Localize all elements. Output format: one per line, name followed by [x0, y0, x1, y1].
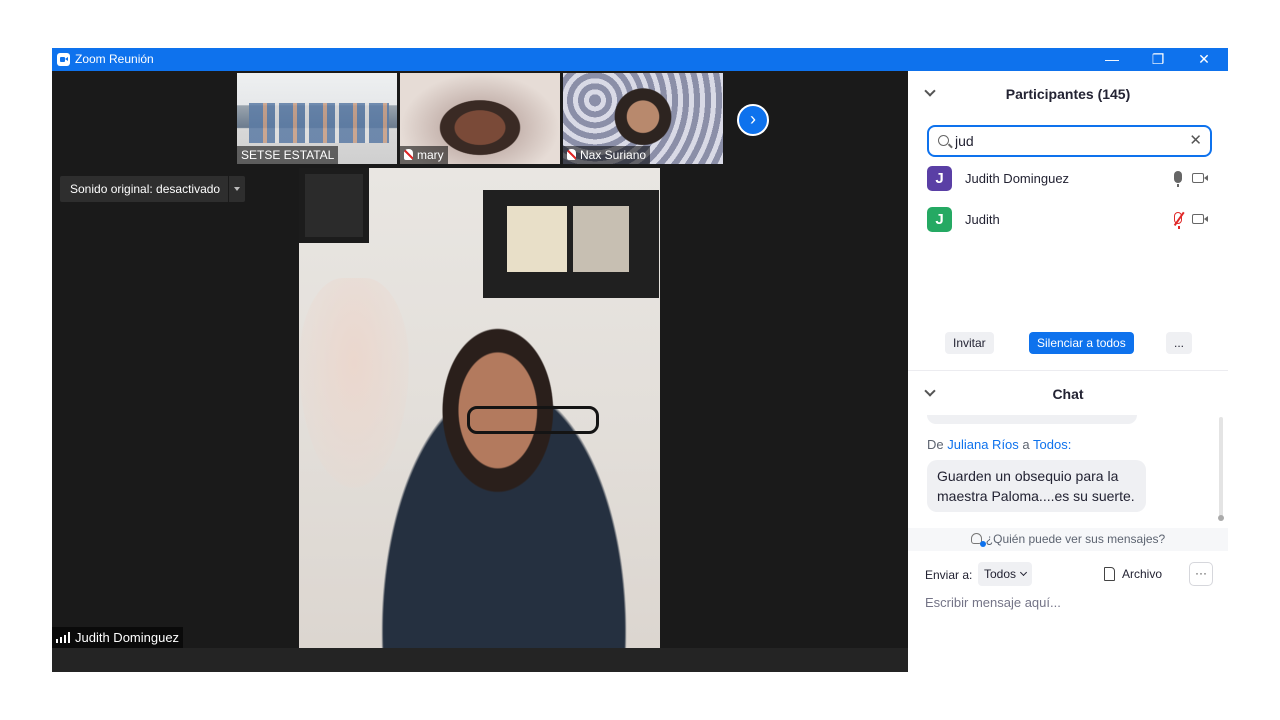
wall-frame — [483, 190, 659, 298]
chat-title: Chat — [1052, 386, 1084, 402]
who-sees-text: ¿Quién puede ver sus mensajes? — [985, 532, 1166, 546]
active-speaker-video — [299, 168, 660, 648]
side-panel: Participantes (145) ✕ J Judith Dominguez… — [908, 71, 1228, 672]
send-to-select[interactable]: Todos — [978, 562, 1033, 586]
search-input[interactable] — [955, 132, 1180, 150]
tile-name-text: Nax Suriano — [580, 148, 647, 162]
video-camera-icon[interactable] — [1192, 214, 1208, 224]
meeting-area: SETSE ESTATAL mary Nax Suriano › Sonido … — [52, 71, 908, 672]
clear-search-icon[interactable]: ✕ — [1189, 131, 1202, 149]
participant-name: Judith — [965, 212, 1000, 227]
message-sender-line: De Juliana Ríos a Todos: — [927, 437, 1071, 452]
zoom-app-icon — [57, 53, 70, 66]
file-icon — [1104, 567, 1115, 581]
tile-name-label: mary — [400, 146, 448, 164]
video-feed — [249, 103, 389, 143]
chat-more-button[interactable]: ··· — [1189, 562, 1213, 586]
search-icon — [938, 135, 949, 146]
participant-row[interactable]: J Judith Dominguez — [927, 166, 1217, 196]
tile-name-text: SETSE ESTATAL — [241, 148, 335, 162]
avatar: J — [927, 207, 952, 232]
microphone-muted-icon[interactable] — [1174, 212, 1182, 229]
participants-header: Participantes (145) — [908, 71, 1228, 117]
original-sound-label: Sonido original: desactivado — [70, 182, 221, 196]
send-to-value: Todos — [984, 567, 1017, 581]
mute-all-button[interactable]: Silenciar a todos — [1029, 332, 1134, 354]
wall-frame — [299, 168, 369, 243]
participant-name: Judith Dominguez — [965, 171, 1070, 186]
video-camera-icon[interactable] — [1192, 173, 1208, 183]
active-speaker-name: Judith Dominguez — [75, 630, 180, 645]
who-can-see-messages[interactable]: ¿Quién puede ver sus mensajes? — [908, 528, 1228, 551]
chat-scrollbar[interactable] — [1218, 417, 1224, 521]
chevron-down-icon[interactable] — [228, 176, 245, 202]
video-tile-mary[interactable]: mary — [400, 73, 560, 164]
close-button[interactable]: ✕ — [1181, 48, 1227, 71]
from-prefix: De — [927, 437, 944, 452]
to-text: a — [1022, 437, 1030, 452]
maximize-button[interactable]: ❐ — [1135, 48, 1181, 71]
original-sound-button[interactable]: Sonido original: desactivado — [60, 176, 246, 202]
framed-photo — [573, 206, 629, 272]
active-speaker-label: Judith Dominguez — [52, 627, 184, 648]
participant-search[interactable]: ✕ — [927, 125, 1212, 157]
participant-row[interactable]: J Judith — [927, 207, 1217, 237]
title-bar: Zoom Reunión — ❐ ✕ — [52, 48, 1228, 71]
file-button[interactable]: Archivo — [1104, 564, 1162, 584]
participants-title: Participantes (145) — [1005, 86, 1131, 102]
participants-more-button[interactable]: ... — [1166, 332, 1193, 354]
video-tile-nax[interactable]: Nax Suriano — [563, 73, 723, 164]
minimize-button[interactable]: — — [1089, 48, 1135, 71]
microphone-icon[interactable] — [1174, 171, 1182, 187]
avatar: J — [927, 166, 952, 191]
scroll-thumb[interactable] — [1218, 515, 1224, 521]
tile-name-text: mary — [417, 148, 444, 162]
previous-message-bubble — [927, 415, 1137, 424]
framed-certificate — [507, 206, 567, 272]
sender-name[interactable]: Juliana Ríos — [947, 437, 1019, 452]
recipient-name[interactable]: Todos: — [1033, 437, 1071, 452]
tile-name-label: Nax Suriano — [563, 146, 651, 164]
chevron-down-icon — [1019, 568, 1028, 577]
video-tile-setse[interactable]: SETSE ESTATAL — [237, 73, 397, 164]
chat-message-input[interactable] — [925, 591, 1215, 613]
send-to-label: Enviar a: — [925, 568, 973, 582]
chat-header: Chat — [908, 371, 1228, 417]
glasses — [467, 406, 599, 434]
meeting-bottom-bar — [52, 648, 908, 672]
mic-muted-icon — [404, 149, 413, 160]
waving-hand — [299, 278, 409, 488]
signal-strength-icon — [56, 632, 70, 643]
file-label: Archivo — [1122, 567, 1163, 581]
window-title: Zoom Reunión — [75, 52, 154, 66]
next-page-button[interactable]: › — [737, 104, 769, 136]
zoom-window: Zoom Reunión — ❐ ✕ SETSE ESTATAL mary Na… — [52, 48, 1228, 672]
tile-name-label: SETSE ESTATAL — [237, 146, 339, 164]
mic-muted-icon — [567, 149, 576, 160]
invite-button[interactable]: Invitar — [945, 332, 994, 354]
person-icon — [970, 533, 986, 547]
chat-message: Guarden un obsequio para la maestra Palo… — [927, 460, 1146, 512]
